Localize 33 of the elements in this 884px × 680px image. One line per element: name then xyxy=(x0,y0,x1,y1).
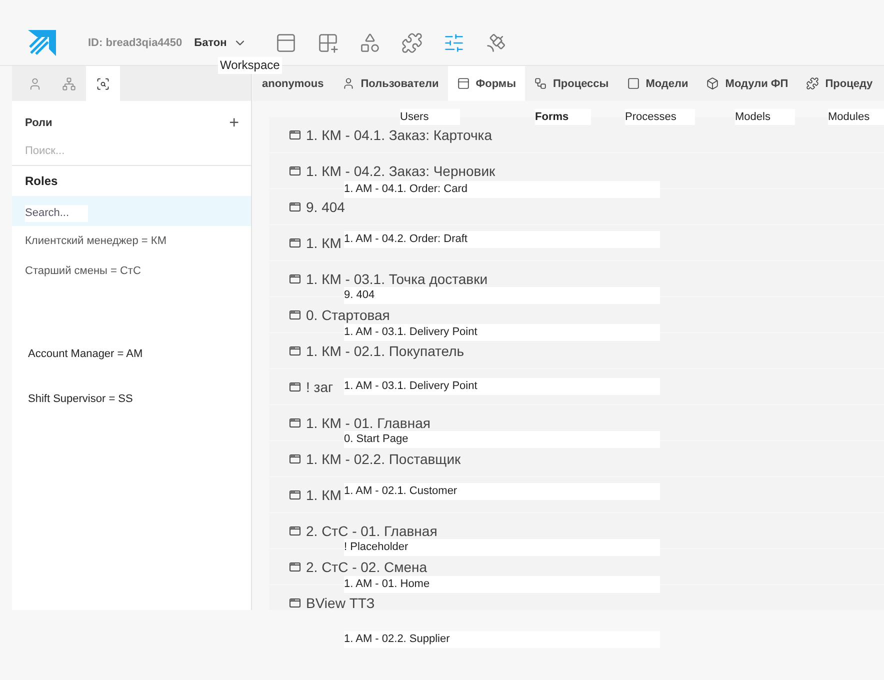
roles-title: Роли xyxy=(25,117,52,129)
project-id: ID: bread3qia4450 xyxy=(88,36,182,48)
translation-tooltip: Modules xyxy=(828,109,884,125)
form-name: ! заг xyxy=(306,378,334,394)
translation-tooltip: 1. AM - 03.1. Delivery Point xyxy=(344,324,660,341)
form-name: 1. КМ - 02.2. Поставщик xyxy=(306,450,461,466)
form-name: 2. СтС - 01. Главная xyxy=(306,522,438,538)
translation-tooltip: 0. Start Page xyxy=(344,431,660,448)
form-name: 1. КМ - 04.2. Заказ: Черновик xyxy=(306,162,496,178)
translation-tooltip: 1. AM - 03.1. Delivery Point xyxy=(344,378,660,395)
translation-tooltip: 1. AM - 04.1. Order: Card xyxy=(344,181,660,198)
translation-tooltip: Users xyxy=(400,109,460,125)
form-name: 9. 404 xyxy=(306,198,345,214)
form-name: 1. КМ - 01. Главная xyxy=(306,414,430,430)
form-name: 1. КМ - 03.1. Точка доставки xyxy=(306,270,488,286)
form-name: BView ТТЗ xyxy=(306,594,375,610)
translation-tooltip: 1. AM - 04.2. Order: Draft xyxy=(344,231,660,248)
translation-tooltip: 1. AM - 01. Home xyxy=(344,576,660,593)
translation-tooltip: Workspace xyxy=(218,57,282,74)
form-name: 0. Стартовая xyxy=(306,306,390,322)
translation-tooltip: Forms xyxy=(535,109,591,125)
form-name: 2. СтС - 02. Смена xyxy=(306,558,428,574)
translation-tooltip: 1. AM - 02.2. Supplier xyxy=(344,631,660,648)
translation-tooltip: 1. AM - 02.1. Customer xyxy=(344,483,660,500)
translation-tooltip: Models xyxy=(735,109,795,125)
translation-tooltip: 9. 404 xyxy=(344,287,660,304)
form-name: 1. КМ xyxy=(306,234,342,250)
translation-tooltip: Processes xyxy=(625,109,695,125)
form-name: 1. КМ xyxy=(306,486,342,502)
translation-tooltip: Search... xyxy=(25,205,88,222)
form-name: 1. КМ - 02.1. Покупатель xyxy=(306,342,464,358)
translation-tooltip: ! Placeholder xyxy=(344,539,660,556)
form-name: 1. КМ - 04.1. Заказ: Карточка xyxy=(306,126,492,142)
